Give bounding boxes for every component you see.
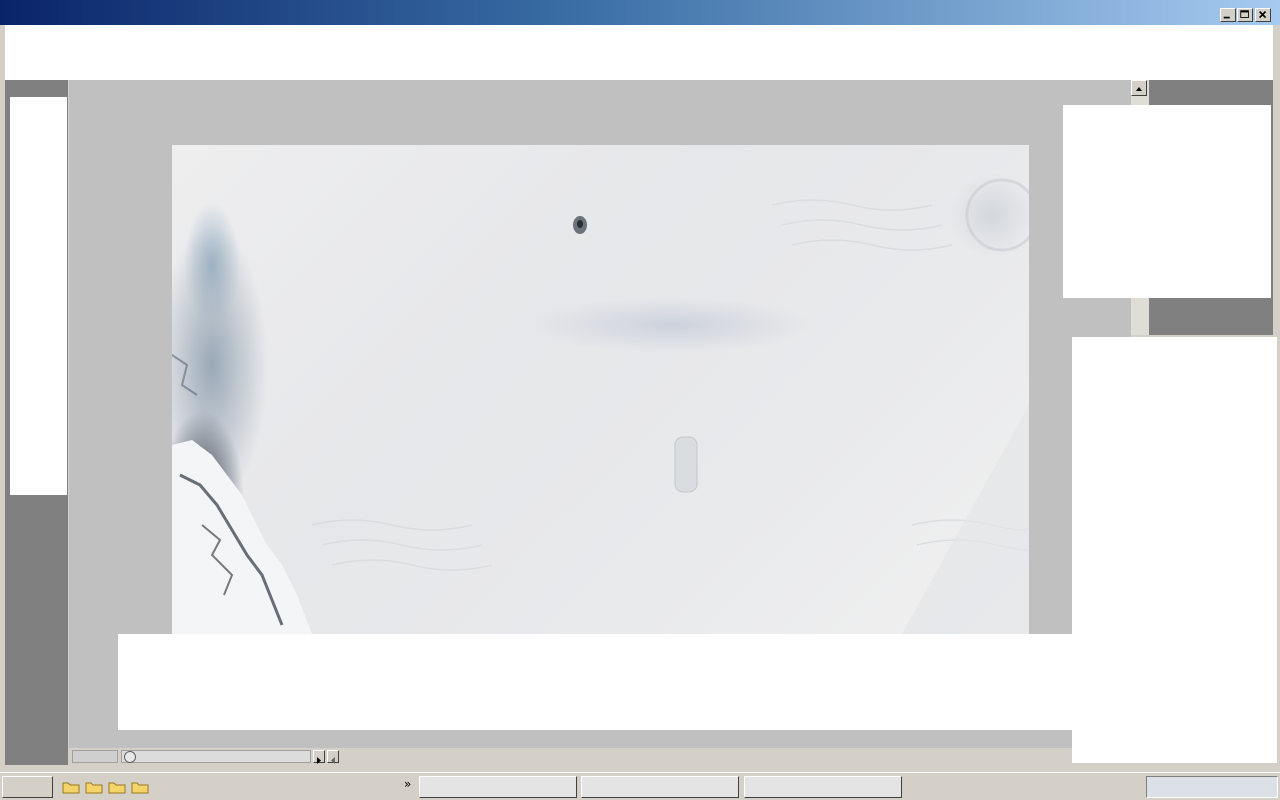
taskbar-button[interactable]: [581, 776, 739, 798]
scroll-left-button[interactable]: [327, 750, 339, 764]
system-tray[interactable]: [1146, 776, 1278, 798]
folder-icon[interactable]: [85, 780, 103, 794]
image-detail: [172, 178, 1029, 634]
quicklaunch-overflow[interactable]: »: [404, 777, 411, 791]
clock-icon: [124, 751, 136, 763]
taskbar-button[interactable]: [419, 776, 577, 798]
horizontal-scrollbar[interactable]: [69, 748, 1072, 765]
toolbar-area: [5, 25, 1273, 80]
close-icon: [1258, 10, 1267, 19]
close-button[interactable]: [1255, 8, 1271, 22]
left-panel-content[interactable]: [10, 97, 67, 495]
left-panel: [5, 80, 68, 765]
minimize-button[interactable]: [1220, 8, 1236, 22]
minimize-icon: [1223, 16, 1230, 19]
right-panel[interactable]: [1072, 337, 1277, 763]
arrow-up-icon: [1136, 87, 1142, 91]
satellite-image[interactable]: [172, 145, 1029, 634]
scroll-up-button[interactable]: [1131, 80, 1147, 96]
scroll-track[interactable]: [121, 750, 311, 763]
start-button[interactable]: [2, 776, 53, 798]
scroll-right-button[interactable]: [313, 750, 325, 764]
folder-icon[interactable]: [131, 780, 149, 794]
folder-icon[interactable]: [108, 780, 126, 794]
arrow-left-icon: [331, 757, 335, 764]
page-indicator[interactable]: [72, 750, 118, 763]
folder-icon[interactable]: [62, 780, 80, 794]
maximize-icon: [1240, 10, 1249, 18]
top-right-panel[interactable]: [1063, 105, 1271, 298]
bottom-panel[interactable]: [118, 634, 1072, 730]
arrow-right-icon: [317, 757, 321, 764]
maximize-button[interactable]: [1237, 8, 1253, 22]
title-bar[interactable]: [0, 0, 1280, 25]
taskbar-button[interactable]: [744, 776, 902, 798]
taskbar: »: [0, 772, 1280, 800]
